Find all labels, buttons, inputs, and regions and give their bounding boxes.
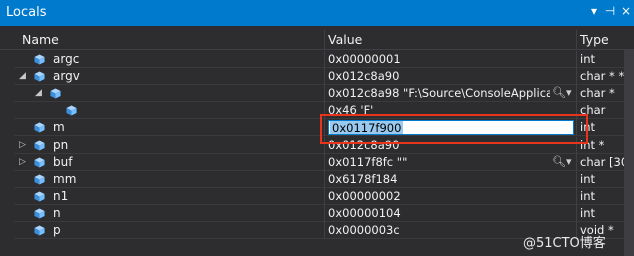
cell-separator xyxy=(576,68,577,86)
cell-separator xyxy=(324,68,325,86)
variable-value[interactable]: 0x00000001 xyxy=(328,52,578,66)
column-separator[interactable] xyxy=(576,30,577,50)
variable-cube-icon xyxy=(34,139,45,151)
highlight-rectangle xyxy=(320,114,588,144)
variable-name: mm xyxy=(53,171,77,186)
variable-cube-icon xyxy=(34,122,45,133)
variable-cube-icon xyxy=(34,71,45,82)
watermark: @51CTO博客 xyxy=(523,236,606,251)
collapse-arrow-icon[interactable]: ◢ xyxy=(19,71,29,81)
no-expander xyxy=(19,225,29,235)
variable-cube-icon xyxy=(34,225,45,236)
variable-value[interactable]: 0x0117f8fc "" xyxy=(328,155,550,169)
cell-separator xyxy=(576,85,577,103)
no-expander xyxy=(19,174,29,184)
variable-cube-icon xyxy=(50,88,61,99)
column-name-header[interactable]: Name xyxy=(22,32,59,47)
variable-name: argc xyxy=(53,52,80,66)
window-title: Locals xyxy=(6,5,47,20)
column-header: Name Value Type xyxy=(0,30,634,50)
cell-separator xyxy=(324,222,325,239)
cell-separator xyxy=(324,51,325,68)
no-expander xyxy=(19,122,29,132)
expand-arrow-icon[interactable]: ▷ xyxy=(19,157,29,167)
variable-name: p xyxy=(53,223,61,237)
close-icon[interactable]: × xyxy=(619,4,633,18)
cell-separator xyxy=(324,85,325,103)
column-type-header[interactable]: Type xyxy=(580,32,609,47)
variable-cube-icon xyxy=(34,157,45,168)
cell-separator xyxy=(576,204,577,222)
cell-separator xyxy=(324,170,325,188)
table-row[interactable]: ▷ buf 0x0117f8fc "" 🔍︎▾ char [30] xyxy=(14,153,634,171)
no-expander xyxy=(51,105,61,115)
tool-window-titlebar: Locals ▾ ⊣ × xyxy=(0,0,634,26)
variable-value[interactable]: 0x00000002 xyxy=(328,189,578,203)
expand-arrow-icon[interactable]: ▷ xyxy=(19,140,29,150)
variable-cube-icon xyxy=(34,174,45,185)
cell-separator xyxy=(576,170,577,188)
column-separator[interactable] xyxy=(324,30,325,50)
cell-separator xyxy=(324,204,325,222)
pin-icon[interactable]: ⊣ xyxy=(603,4,617,18)
window-menu-dropdown-icon[interactable]: ▾ xyxy=(587,4,601,18)
table-row[interactable]: argc 0x00000001 int xyxy=(14,51,634,68)
collapse-arrow-icon[interactable]: ◢ xyxy=(35,88,45,98)
variable-cube-icon xyxy=(34,54,45,65)
variable-name: buf xyxy=(53,154,73,169)
no-expander xyxy=(19,191,29,201)
table-row[interactable]: ◢ argv 0x012c8a90 char * * xyxy=(14,68,634,86)
variable-cube-icon xyxy=(34,191,45,202)
column-value-header[interactable]: Value xyxy=(328,32,362,47)
variable-value[interactable]: 0x6178f184 xyxy=(328,172,578,186)
table-row[interactable]: ◢ 0x012c8a98 "F:\Source\ConsoleApplicatio… xyxy=(14,85,634,103)
variable-name: m xyxy=(53,120,65,135)
variable-name: argv xyxy=(53,69,80,84)
text-visualizer-search-icon[interactable]: 🔍︎▾ xyxy=(552,155,572,168)
cell-separator xyxy=(576,51,577,68)
table-row[interactable]: n 0x00000104 int xyxy=(14,204,634,222)
variable-cube-icon xyxy=(34,208,45,219)
text-visualizer-search-icon[interactable]: 🔍︎▾ xyxy=(552,86,572,99)
cell-separator xyxy=(324,187,325,205)
cell-separator xyxy=(576,187,577,205)
variable-value[interactable]: 0x012c8a90 xyxy=(328,69,578,83)
no-expander xyxy=(19,208,29,218)
variable-value[interactable]: 0x012c8a98 "F:\Source\ConsoleApplicatio xyxy=(328,86,550,100)
variable-cube-icon xyxy=(66,105,77,116)
cell-separator xyxy=(324,153,325,171)
variable-name: pn xyxy=(53,137,69,152)
no-expander xyxy=(19,54,29,64)
variable-name: n xyxy=(53,205,61,220)
table-row[interactable]: mm 0x6178f184 int xyxy=(14,170,634,188)
cell-separator xyxy=(576,153,577,171)
variable-name: n1 xyxy=(53,188,69,203)
vertical-scrollbar[interactable] xyxy=(624,50,634,256)
variable-value[interactable]: 0x00000104 xyxy=(328,206,578,220)
table-row[interactable]: n1 0x00000002 int xyxy=(14,187,634,205)
